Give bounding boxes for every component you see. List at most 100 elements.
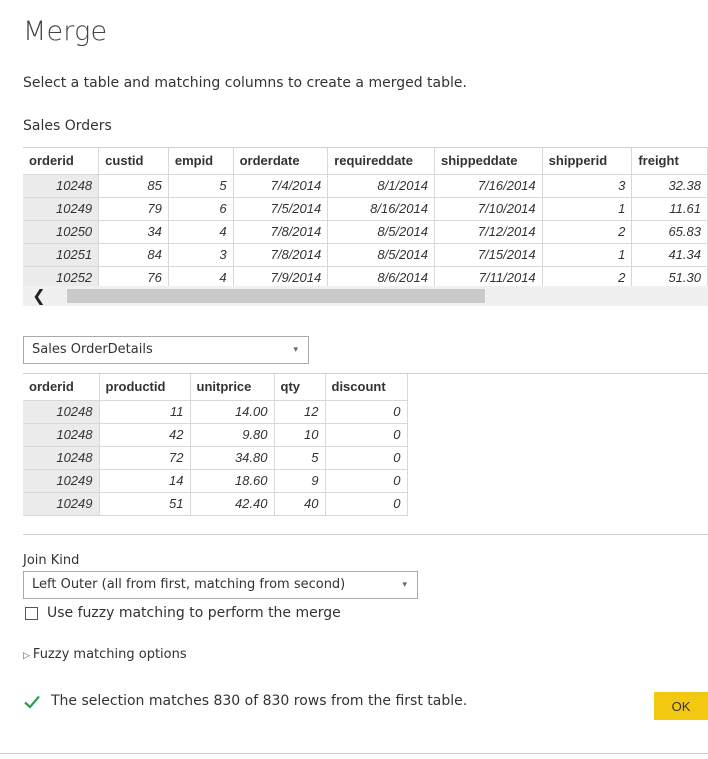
table-cell-qty: 10: [274, 423, 326, 447]
table-cell-productid: 14: [99, 469, 191, 493]
fuzzy-options-toggle[interactable]: ▷ Fuzzy matching options: [23, 647, 187, 662]
table-cell-shipperid: 3: [542, 174, 633, 198]
table-cell-discount: 0: [325, 492, 408, 516]
column-header-productid[interactable]: productid: [99, 374, 191, 401]
table-cell-shippeddate: 7/10/2014: [434, 197, 543, 221]
fuzzy-matching-checkbox[interactable]: [25, 607, 38, 620]
table-cell-discount: 0: [325, 423, 408, 447]
table-cell-orderid: 10251: [23, 243, 100, 267]
scroll-left-icon[interactable]: ❮: [29, 286, 49, 306]
column-header-custid[interactable]: custid: [98, 148, 169, 175]
table-cell-shippeddate: 7/15/2014: [434, 243, 543, 267]
table-cell-custid: 34: [98, 220, 169, 244]
table-cell-orderdate: 7/4/2014: [233, 174, 329, 198]
table-cell-productid: 72: [99, 446, 191, 470]
table-cell-unitprice: 14.00: [190, 400, 275, 424]
column-header-unitprice[interactable]: unitprice: [190, 374, 275, 401]
scrollbar-thumb[interactable]: [67, 289, 485, 303]
check-icon: [23, 693, 41, 711]
column-header-orderdate[interactable]: orderdate: [233, 148, 329, 175]
table-cell-productid: 11: [99, 400, 191, 424]
column-header-orderid[interactable]: orderid: [23, 374, 100, 401]
table-cell-freight: 11.61: [631, 197, 708, 221]
table-cell-shippeddate: 7/11/2014: [434, 266, 543, 286]
join-kind-label: Join Kind: [23, 553, 80, 568]
table-row: 10248 85 5 7/4/2014 8/1/2014 7/16/2014 3 32.38: [23, 174, 708, 198]
table-row: 10248 42 9.80 10 0: [23, 423, 408, 447]
first-table: orderid custid empid orderdate requireddate s…: [23, 148, 708, 286]
table-cell-discount: 0: [325, 446, 408, 470]
column-header-shippeddate[interactable]: shippeddate: [434, 148, 543, 175]
table-cell-discount: 0: [325, 400, 408, 424]
table-cell-orderdate: 7/5/2014: [233, 197, 329, 221]
table-cell-shipperid: 2: [542, 220, 633, 244]
table-cell-qty: 12: [274, 400, 326, 424]
table-cell-unitprice: 18.60: [190, 469, 275, 493]
table-cell-orderid: 10248: [23, 174, 100, 198]
table-row: 10249 51 42.40 40 0: [23, 492, 408, 516]
table-row: 10251 84 3 7/8/2014 8/5/2014 7/15/2014 1 41.34: [23, 243, 708, 267]
column-header-orderid[interactable]: orderid: [23, 148, 100, 175]
table-cell-empid: 4: [168, 220, 234, 244]
table-cell-orderid: 10248: [23, 400, 100, 424]
first-table-name: Sales Orders: [23, 118, 112, 134]
table-cell-qty: 5: [274, 446, 326, 470]
second-table-select[interactable]: Sales OrderDetails ▾: [23, 336, 309, 364]
second-table: orderid productid unitprice qty discount 102…: [23, 374, 408, 516]
expand-triangle-icon: ▷: [23, 651, 30, 661]
first-table-panel: orderid custid empid orderdate requireddate s…: [23, 147, 708, 287]
fuzzy-matching-label[interactable]: Use fuzzy matching to perform the merge: [47, 605, 341, 621]
table-cell-orderid: 10249: [23, 197, 100, 221]
table-cell-freight: 51.30: [631, 266, 708, 286]
table-cell-orderid: 10252: [23, 266, 100, 286]
fuzzy-options-label: Fuzzy matching options: [32, 647, 187, 662]
table-row: 10248 72 34.80 5 0: [23, 446, 408, 470]
join-kind-select[interactable]: Left Outer (all from first, matching fro…: [23, 571, 418, 599]
table-cell-qty: 40: [274, 492, 326, 516]
table-cell-orderdate: 7/8/2014: [233, 243, 329, 267]
table-cell-empid: 3: [168, 243, 234, 267]
table-cell-orderid: 10249: [23, 469, 100, 493]
table-cell-freight: 32.38: [631, 174, 708, 198]
table-cell-requireddate: 8/6/2014: [327, 266, 435, 286]
chevron-down-icon: ▾: [293, 345, 298, 355]
second-table-select-value: Sales OrderDetails: [32, 342, 153, 357]
table-row: 10248 11 14.00 12 0: [23, 400, 408, 424]
table-cell-shippeddate: 7/12/2014: [434, 220, 543, 244]
table-cell-freight: 41.34: [631, 243, 708, 267]
table-cell-empid: 4: [168, 266, 234, 286]
column-header-qty[interactable]: qty: [274, 374, 326, 401]
table-row: 10252 76 4 7/9/2014 8/6/2014 7/11/2014 2 51.30: [23, 266, 708, 286]
table-cell-custid: 79: [98, 197, 169, 221]
table-cell-shipperid: 1: [542, 197, 633, 221]
table-row: 10249 79 6 7/5/2014 8/16/2014 7/10/2014 1 11.61: [23, 197, 708, 221]
footer-divider: [0, 753, 708, 754]
second-table-panel: orderid productid unitprice qty discount 102…: [23, 373, 708, 535]
column-header-freight[interactable]: freight: [631, 148, 708, 175]
table-cell-unitprice: 42.40: [190, 492, 275, 516]
table-cell-orderid: 10250: [23, 220, 100, 244]
table-cell-orderdate: 7/8/2014: [233, 220, 329, 244]
table-cell-requireddate: 8/16/2014: [327, 197, 435, 221]
table-cell-empid: 6: [168, 197, 234, 221]
table-cell-productid: 51: [99, 492, 191, 516]
table-cell-orderdate: 7/9/2014: [233, 266, 329, 286]
status-message: The selection matches 830 of 830 rows fr…: [51, 693, 468, 709]
table-row: 10250 34 4 7/8/2014 8/5/2014 7/12/2014 2 65.83: [23, 220, 708, 244]
dialog-subtitle: Select a table and matching columns to c…: [23, 75, 467, 91]
table-cell-requireddate: 8/5/2014: [327, 220, 435, 244]
table-cell-shipperid: 1: [542, 243, 633, 267]
table-cell-productid: 42: [99, 423, 191, 447]
table-cell-qty: 9: [274, 469, 326, 493]
table-cell-orderid: 10248: [23, 446, 100, 470]
table-cell-orderid: 10249: [23, 492, 100, 516]
column-header-empid[interactable]: empid: [168, 148, 234, 175]
column-header-shipperid[interactable]: shipperid: [542, 148, 633, 175]
table-cell-empid: 5: [168, 174, 234, 198]
horizontal-scrollbar[interactable]: ❮: [23, 286, 708, 306]
column-header-requireddate[interactable]: requireddate: [327, 148, 435, 175]
table-cell-shipperid: 2: [542, 266, 633, 286]
column-header-discount[interactable]: discount: [325, 374, 408, 401]
ok-button[interactable]: OK: [654, 692, 708, 720]
table-cell-freight: 65.83: [631, 220, 708, 244]
